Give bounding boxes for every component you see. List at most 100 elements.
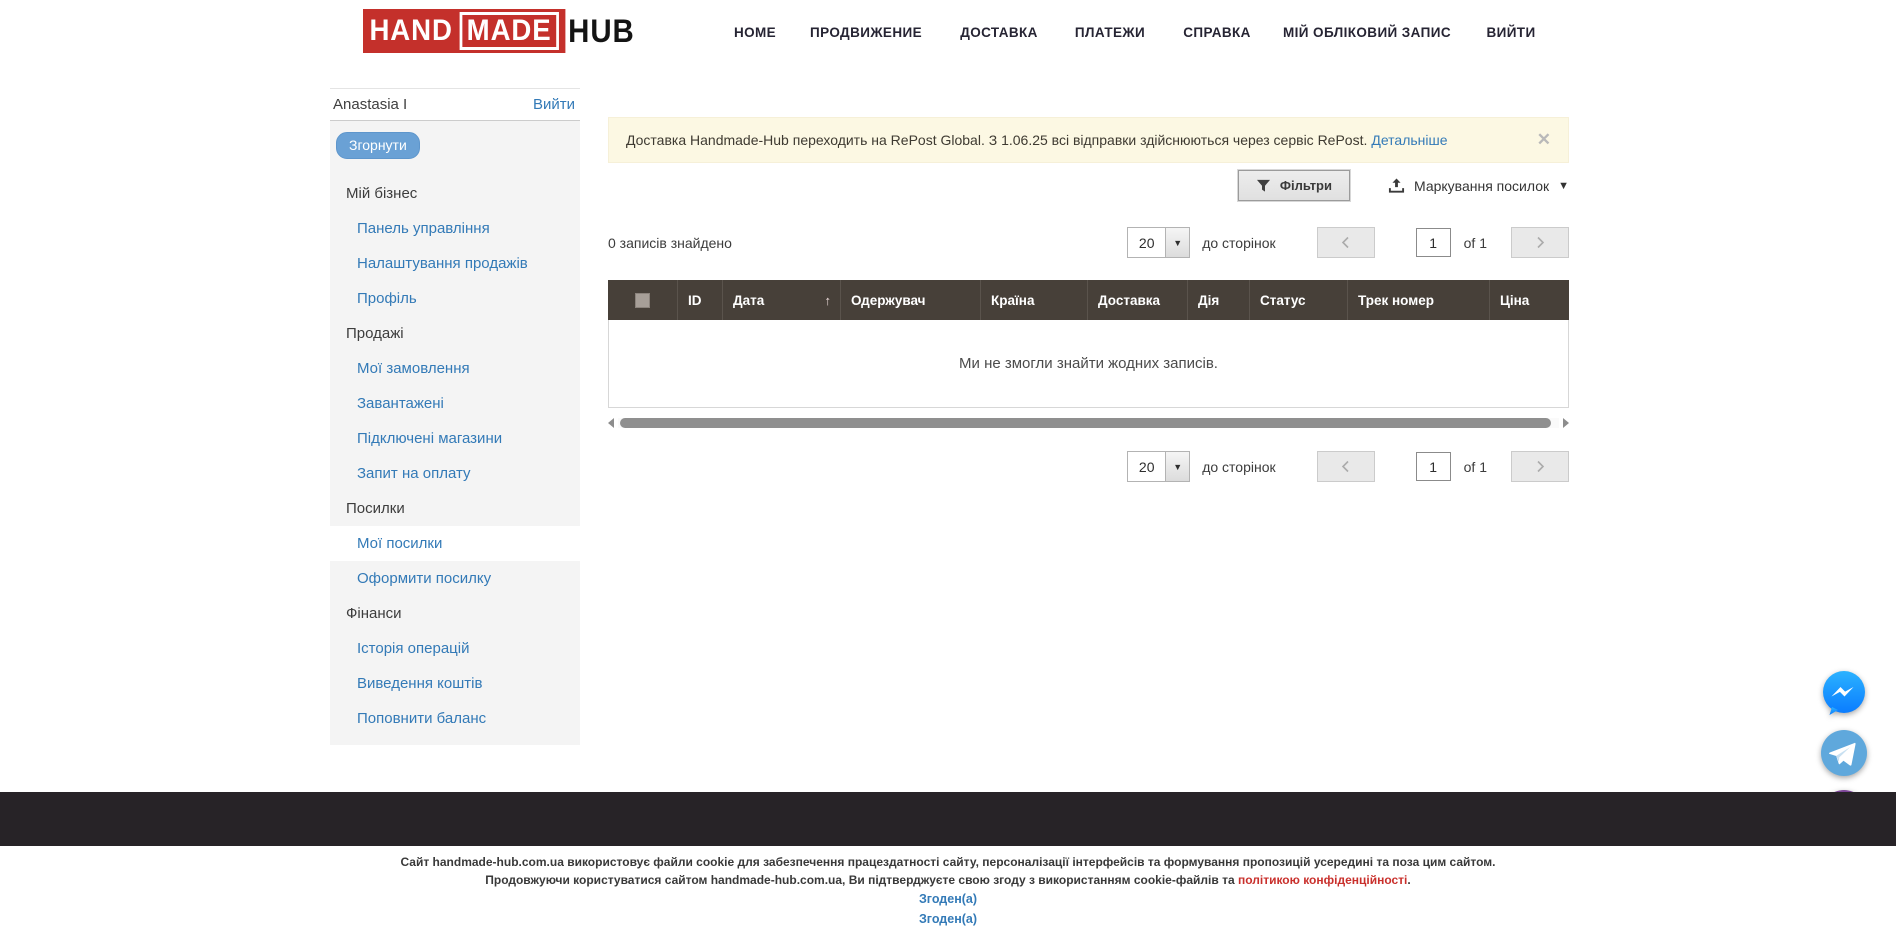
agree-link-2[interactable]: Згоден(а)	[0, 910, 1896, 929]
banner-details-link[interactable]: Детальніше	[1371, 132, 1447, 148]
nav-home[interactable]: HOME	[734, 0, 776, 64]
logo-red-box: HAND MADE	[363, 9, 565, 53]
sidebar-item-top-up-balance[interactable]: Поповнити баланс	[330, 701, 580, 736]
logo-hub: HUB	[568, 13, 635, 50]
sidebar-item-my-orders[interactable]: Мої замовлення	[330, 351, 580, 386]
messenger-icon[interactable]	[1820, 669, 1868, 717]
scrollbar-thumb[interactable]	[620, 418, 1551, 428]
prev-page-button[interactable]	[1317, 227, 1375, 258]
chevron-left-icon	[1341, 236, 1350, 249]
sidebar-logout-link[interactable]: Вийти	[533, 96, 575, 113]
top-header: HAND MADE HUB HOME ПРОДВИЖЕНИЕ ДОСТАВКА …	[0, 0, 1896, 64]
site-logo[interactable]: HAND MADE HUB	[363, 9, 635, 53]
sidebar-section-parcels: Посилки	[330, 491, 580, 526]
chevron-down-icon: ▼	[1166, 228, 1189, 257]
notification-banner: Доставка Handmade-Hub переходить на RePo…	[608, 117, 1569, 163]
banner-text: Доставка Handmade-Hub переходить на RePo…	[626, 132, 1367, 148]
page-of-label: of 1	[1464, 459, 1487, 475]
col-status[interactable]: Статус	[1250, 280, 1348, 320]
sidebar-section-finance: Фінанси	[330, 596, 580, 631]
table-header-select	[608, 280, 678, 320]
sidebar-item-uploaded[interactable]: Завантажені	[330, 386, 580, 421]
sort-asc-icon[interactable]: ↑	[825, 293, 832, 308]
parcel-marking-dropdown[interactable]: Маркування посилок ▼	[1388, 178, 1569, 194]
col-track-number[interactable]: Трек номер	[1348, 280, 1490, 320]
empty-state: Ми не змогли знайти жодних записів.	[608, 320, 1569, 408]
sidebar-panel: Згорнути Мій бізнес Панель управління На…	[330, 121, 580, 745]
per-page-label: до сторінок	[1202, 459, 1275, 475]
col-country[interactable]: Країна	[981, 280, 1088, 320]
col-recipient[interactable]: Одержувач	[841, 280, 981, 320]
collapse-button[interactable]: Згорнути	[336, 132, 420, 159]
cookie-text-line1: Сайт handmade-hub.com.ua використовує фа…	[0, 854, 1896, 872]
scrollbar-track[interactable]	[618, 418, 1559, 428]
scroll-right-icon[interactable]	[1563, 418, 1569, 428]
empty-state-text: Ми не змогли знайти жодних записів.	[959, 355, 1218, 372]
parcels-table: ID Дата ↑ Одержувач Країна Доставка Дія …	[608, 280, 1569, 408]
nav-promotion[interactable]: ПРОДВИЖЕНИЕ	[810, 0, 922, 64]
agree-link-1[interactable]: Згоден(а)	[0, 890, 1896, 909]
page-number-input[interactable]	[1416, 452, 1451, 481]
count-row: 0 записів знайдено 20 ▼ до сторінок of 1	[608, 227, 1569, 258]
sidebar-item-payment-request[interactable]: Запит на оплату	[330, 456, 580, 491]
prev-page-button[interactable]	[1317, 451, 1375, 482]
user-row: Anastasia I Вийти	[330, 88, 580, 121]
col-date[interactable]: Дата ↑	[723, 280, 841, 320]
close-icon[interactable]: ✕	[1537, 130, 1551, 150]
page-of-label: of 1	[1464, 235, 1487, 251]
sidebar-item-withdraw-funds[interactable]: Виведення коштів	[330, 666, 580, 701]
sidebar-section-my-business: Мій бізнес	[330, 176, 580, 211]
sidebar-item-sales-settings[interactable]: Налаштування продажів	[330, 246, 580, 281]
footer-dark-bar	[0, 792, 1896, 846]
records-count: 0 записів знайдено	[608, 235, 732, 251]
nav-help[interactable]: СПРАВКА	[1183, 0, 1251, 64]
next-page-button[interactable]	[1511, 451, 1569, 482]
sidebar-item-create-parcel[interactable]: Оформити посилку	[330, 561, 580, 596]
nav-delivery[interactable]: ДОСТАВКА	[960, 0, 1038, 64]
parcel-marking-label: Маркування посилок	[1414, 178, 1549, 194]
sidebar-item-profile[interactable]: Профіль	[330, 281, 580, 316]
filters-button[interactable]: Фільтри	[1238, 170, 1350, 201]
sidebar: Anastasia I Вийти Згорнути Мій бізнес Па…	[330, 88, 580, 745]
select-all-checkbox[interactable]	[635, 293, 650, 308]
footer: Сайт handmade-hub.com.ua використовує фа…	[0, 854, 1896, 929]
col-price[interactable]: Ціна	[1490, 280, 1569, 320]
col-delivery[interactable]: Доставка	[1088, 280, 1188, 320]
logo-hand: HAND	[369, 16, 452, 46]
sidebar-item-connected-shops[interactable]: Підключені магазини	[330, 421, 580, 456]
sidebar-item-my-parcels[interactable]: Мої посилки	[330, 526, 580, 561]
chevron-right-icon	[1536, 460, 1545, 473]
telegram-icon[interactable]	[1820, 729, 1868, 777]
chevron-right-icon	[1536, 236, 1545, 249]
pagination-top: 20 ▼ до сторінок of 1	[1127, 227, 1569, 258]
chevron-down-icon: ▼	[1558, 180, 1569, 192]
controls-row: Фільтри Маркування посилок ▼	[608, 170, 1569, 201]
nav-logout[interactable]: ВИЙТИ	[1486, 0, 1535, 64]
next-page-button[interactable]	[1511, 227, 1569, 258]
funnel-icon	[1256, 179, 1271, 193]
user-name: Anastasia I	[333, 96, 407, 113]
sidebar-section-sales: Продажі	[330, 316, 580, 351]
table-header: ID Дата ↑ Одержувач Країна Доставка Дія …	[608, 280, 1569, 320]
sidebar-item-transaction-history[interactable]: Історія операцій	[330, 631, 580, 666]
col-action[interactable]: Дія	[1188, 280, 1250, 320]
sidebar-menu: Мій бізнес Панель управління Налаштуванн…	[330, 176, 580, 736]
chevron-down-icon: ▼	[1166, 452, 1189, 481]
page: HAND MADE HUB HOME ПРОДВИЖЕНИЕ ДОСТАВКА …	[0, 0, 1896, 937]
per-page-label: до сторінок	[1202, 235, 1275, 251]
nav-my-account[interactable]: МІЙ ОБЛІКОВИЙ ЗАПИС	[1283, 0, 1451, 64]
upload-icon	[1388, 178, 1405, 194]
pagination-bottom: 20 ▼ до сторінок of 1	[608, 451, 1569, 482]
horizontal-scrollbar	[608, 416, 1569, 430]
page-number-input[interactable]	[1416, 228, 1451, 257]
page-size-select[interactable]: 20 ▼	[1127, 451, 1190, 482]
chevron-left-icon	[1341, 460, 1350, 473]
col-id[interactable]: ID	[678, 280, 723, 320]
cookie-text-line2: Продовжуючи користуватися сайтом handmad…	[0, 872, 1896, 890]
page-size-select[interactable]: 20 ▼	[1127, 227, 1190, 258]
scroll-left-icon[interactable]	[608, 418, 614, 428]
privacy-policy-link[interactable]: політикою конфіденційності	[1238, 873, 1407, 887]
sidebar-item-dashboard[interactable]: Панель управління	[330, 211, 580, 246]
logo-made: MADE	[459, 12, 559, 50]
nav-payments[interactable]: ПЛАТЕЖИ	[1075, 0, 1145, 64]
